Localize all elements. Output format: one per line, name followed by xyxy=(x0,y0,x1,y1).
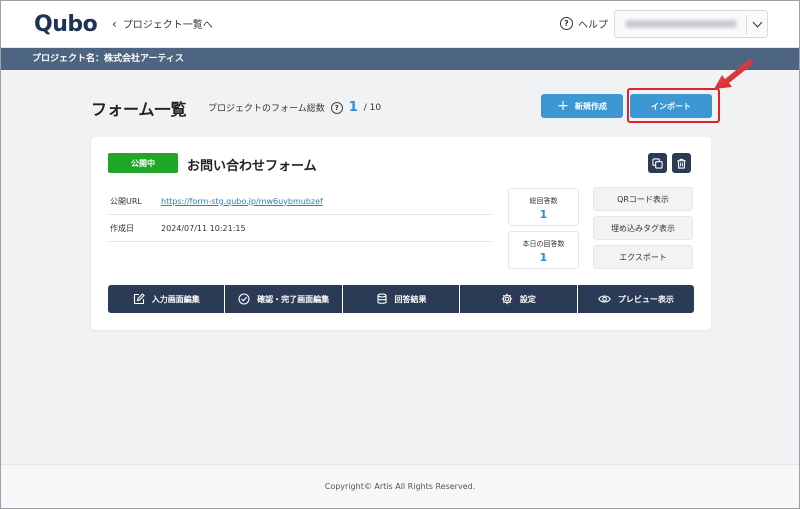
info-row-url: 公開URL https://form-stg.qubo.jp/mw6uybmub… xyxy=(108,188,493,215)
footer: Copyright© Artis All Rights Reserved. xyxy=(0,464,800,509)
new-form-button[interactable]: + 新規作成 xyxy=(541,94,623,118)
form-action-bar: 入力画面編集 確認・完了画面編集 回答結果 設定 プレビュー表示 xyxy=(108,285,695,313)
export-button[interactable]: エクスポート xyxy=(593,245,693,269)
form-count-current: 1 xyxy=(348,100,358,115)
stat-value: 1 xyxy=(539,251,548,264)
embed-tag-button[interactable]: 埋め込みタグ表示 xyxy=(593,216,693,240)
database-icon xyxy=(376,293,387,304)
chevron-left-icon: ‹ xyxy=(112,16,117,31)
action-label: 確認・完了画面編集 xyxy=(257,294,330,304)
status-badge: 公開中 xyxy=(108,153,178,173)
new-form-label: 新規作成 xyxy=(574,101,607,111)
select-divider xyxy=(746,15,747,34)
edit-input-screen-button[interactable]: 入力画面編集 xyxy=(108,285,225,313)
user-account-select[interactable] xyxy=(614,10,768,38)
form-count-label: プロジェクトのフォーム総数 xyxy=(208,104,325,114)
preview-button[interactable]: プレビュー表示 xyxy=(577,285,695,313)
page-title: フォーム一覧 xyxy=(91,100,187,119)
check-circle-icon xyxy=(238,293,250,305)
created-date: 2024/07/11 10:21:15 xyxy=(161,223,246,233)
info-row-created: 作成日 2024/07/11 10:21:15 xyxy=(108,215,493,242)
stat-value: 1 xyxy=(539,208,548,221)
eye-icon xyxy=(597,295,611,303)
question-circle-icon: ? xyxy=(560,17,573,30)
edit-icon xyxy=(133,293,145,305)
help-link[interactable]: ? ヘルプ xyxy=(560,16,608,31)
form-title: お問い合わせフォーム xyxy=(187,159,317,174)
action-label: 入力画面編集 xyxy=(151,294,200,304)
copyright-text: Copyright© Artis All Rights Reserved. xyxy=(324,482,476,491)
action-label: プレビュー表示 xyxy=(617,294,674,304)
project-name-label: プロジェクト名：株式会社アーティス xyxy=(32,54,184,64)
back-link-label: プロジェクト一覧へ xyxy=(122,20,213,31)
trash-icon xyxy=(677,158,686,169)
project-name-bar: プロジェクト名：株式会社アーティス xyxy=(0,48,800,70)
form-count: プロジェクトのフォーム総数 ? 1 / 10 xyxy=(208,100,381,115)
edit-confirm-complete-button[interactable]: 確認・完了画面編集 xyxy=(225,285,342,313)
back-to-projects-link[interactable]: ‹ プロジェクト一覧へ xyxy=(112,16,213,32)
chevron-down-icon xyxy=(752,17,763,28)
form-count-max: / 10 xyxy=(363,102,382,113)
logo-text: Qubo xyxy=(34,11,98,37)
question-circle-icon[interactable]: ? xyxy=(330,101,343,114)
delete-button[interactable] xyxy=(672,153,691,173)
responses-button[interactable]: 回答結果 xyxy=(342,285,460,313)
info-label: 作成日 xyxy=(110,223,134,233)
user-email-blurred xyxy=(625,20,737,28)
info-label: 公開URL xyxy=(110,196,142,206)
gear-icon xyxy=(501,293,513,305)
qr-code-button[interactable]: QRコード表示 xyxy=(593,187,693,211)
stat-label: 総回答数 xyxy=(529,197,558,205)
copy-icon xyxy=(652,157,663,169)
plus-icon: + xyxy=(557,98,569,114)
today-responses-stat: 本日の回答数 1 xyxy=(508,231,579,269)
action-label: 回答結果 xyxy=(394,294,427,304)
action-label: 設定 xyxy=(519,294,536,304)
form-card: 公開中 お問い合わせフォーム 公開URL https://form-stg.qu… xyxy=(91,137,711,330)
stat-label: 本日の回答数 xyxy=(522,240,565,248)
red-arrow-pointer xyxy=(714,59,754,89)
copy-button[interactable] xyxy=(648,153,667,173)
public-url-link[interactable]: https://form-stg.qubo.jp/mw6uybmubzef xyxy=(161,197,323,206)
qubo-logo[interactable]: Qubo xyxy=(34,10,98,38)
import-label: インポート xyxy=(651,101,691,111)
import-button[interactable]: インポート xyxy=(630,94,712,118)
settings-button[interactable]: 設定 xyxy=(460,285,577,313)
help-label: ヘルプ xyxy=(578,20,608,31)
total-responses-stat: 総回答数 1 xyxy=(508,188,579,226)
top-header: Qubo ‹ プロジェクト一覧へ ? ヘルプ xyxy=(0,0,800,48)
